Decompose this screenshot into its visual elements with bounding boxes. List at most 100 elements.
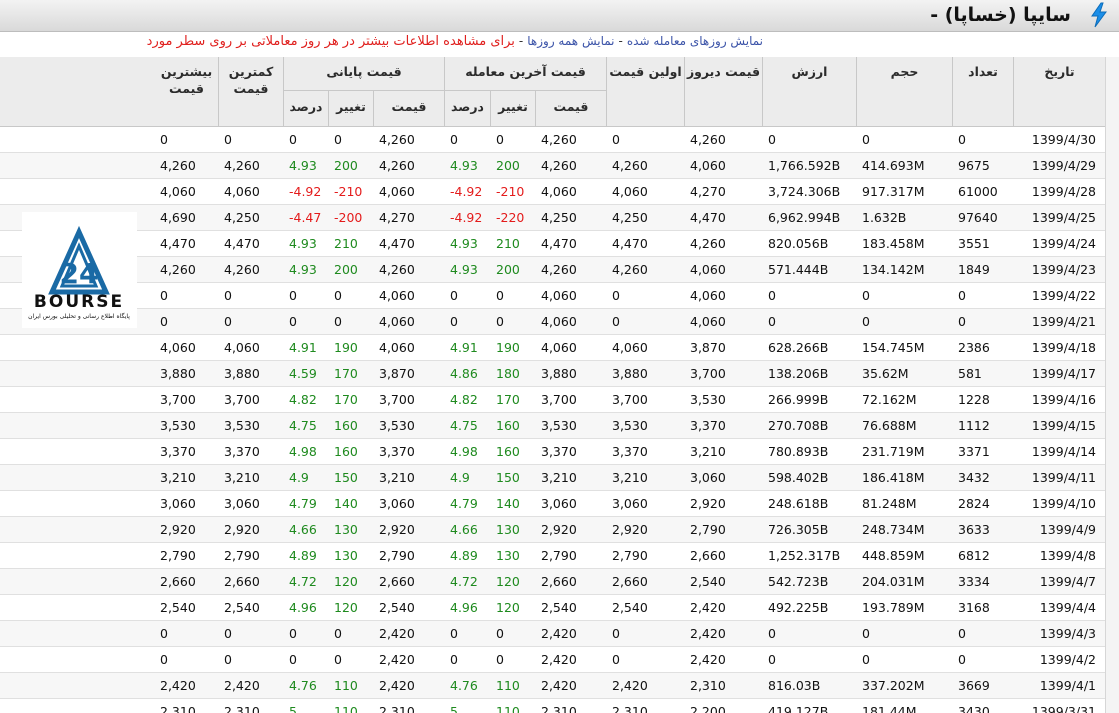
table-row[interactable]: 1399/4/7 3334 204.031M 542.723B 2,540 2,660 2,… xyxy=(0,569,1106,595)
traded-days-link[interactable]: نمایش روزهای معامله شده xyxy=(627,34,763,48)
table-row[interactable]: 1399/4/8 6812 448.859M 1,252.317B 2,660 2,790… xyxy=(0,543,1106,569)
cell-highest-price: 3,700 xyxy=(160,392,196,407)
table-row[interactable]: 1399/4/29 9675 414.693M 1,766.592B 4,060 4,26… xyxy=(0,153,1106,179)
cell-lowest-price: 0 xyxy=(224,626,232,641)
cell-value: 1,252.317B xyxy=(768,548,841,563)
cell-last-change: 150 xyxy=(496,470,520,485)
table-row[interactable]: 1399/4/10 2824 81.248M 248.618B 2,920 3,060 3,… xyxy=(0,491,1106,517)
cell-last-percent: 4.76 xyxy=(450,678,478,693)
cell-final-percent: 4.96 xyxy=(289,600,317,615)
header-final-percent[interactable]: درصد xyxy=(284,91,329,127)
lightning-icon[interactable] xyxy=(1089,2,1109,28)
table-row[interactable]: 1399/4/1 3669 337.202M 816.03B 2,310 2,420 2,4… xyxy=(0,673,1106,699)
cell-yesterday-price: 4,060 xyxy=(690,288,726,303)
cell-final-change: 160 xyxy=(334,444,358,459)
cell-final-percent: 4.93 xyxy=(289,236,317,251)
cell-yesterday-price: 2,540 xyxy=(690,574,726,589)
table-row[interactable]: 1399/4/23 1849 134.142M 571.444B 4,060 4,260 4… xyxy=(0,257,1106,283)
header-value[interactable]: ارزش xyxy=(763,57,857,127)
cell-highest-price: 4,690 xyxy=(160,210,196,225)
cell-yesterday-price: 2,420 xyxy=(690,600,726,615)
cell-value: 571.444B xyxy=(768,262,829,277)
header-first-price[interactable]: اولین قیمت xyxy=(607,57,685,127)
cell-highest-price: 0 xyxy=(160,314,168,329)
cell-first-price: 4,250 xyxy=(612,210,648,225)
table-row[interactable]: 1399/4/15 1112 76.688M 270.708B 3,370 3,530 3,… xyxy=(0,413,1106,439)
header-lowest-price[interactable]: کمترین قیمت xyxy=(219,57,284,127)
cell-last-change: -210 xyxy=(496,184,525,199)
table-row[interactable]: 1399/4/11 3432 186.418M 598.402B 3,060 3,210 3… xyxy=(0,465,1106,491)
cell-last-price: 3,210 xyxy=(541,470,577,485)
header-last-change[interactable]: تغییر xyxy=(491,91,536,127)
cell-date: 1399/4/23 xyxy=(1031,262,1096,277)
all-days-link[interactable]: نمایش همه روزها xyxy=(527,34,614,48)
cell-final-percent: 4.79 xyxy=(289,496,317,511)
header-date[interactable]: تاریخ xyxy=(1014,57,1106,127)
cell-final-percent: 0 xyxy=(289,652,297,667)
cell-last-change: 160 xyxy=(496,444,520,459)
cell-volume: 231.719M xyxy=(862,444,925,459)
cell-highest-price: 0 xyxy=(160,288,168,303)
cell-last-price: 2,310 xyxy=(541,704,577,713)
header-highest-price[interactable]: بیشترین قیمت xyxy=(155,57,219,127)
cell-final-change: 110 xyxy=(334,678,358,693)
cell-lowest-price: 4,260 xyxy=(224,262,260,277)
cell-volume: 917.317M xyxy=(862,184,925,199)
cell-count: 3669 xyxy=(958,678,990,693)
header-final-price-value[interactable]: قیمت xyxy=(374,91,445,127)
header-count[interactable]: تعداد xyxy=(953,57,1014,127)
cell-last-price: 3,700 xyxy=(541,392,577,407)
cell-final-price: 4,060 xyxy=(379,340,415,355)
cell-count: 1112 xyxy=(958,418,990,433)
table-row[interactable]: 1399/4/25 97640 1.632B 6,962.994B 4,470 4,250… xyxy=(0,205,1106,231)
cell-final-price: 3,370 xyxy=(379,444,415,459)
table-row[interactable]: 1399/4/28 61000 917.317M 3,724.306B 4,270 4,0… xyxy=(0,179,1106,205)
header-blank xyxy=(0,57,155,127)
cell-last-price: 2,420 xyxy=(541,652,577,667)
table-row[interactable]: 1399/4/3 0 0 0 2,420 0 2,420 0 0 2,420 0 0 0 0 xyxy=(0,621,1106,647)
cell-volume: 0 xyxy=(862,132,870,147)
cell-first-price: 3,880 xyxy=(612,366,648,381)
cell-volume: 134.142M xyxy=(862,262,925,277)
cell-lowest-price: 3,880 xyxy=(224,366,260,381)
header-last-price[interactable]: قیمت xyxy=(536,91,607,127)
cell-final-price: 4,260 xyxy=(379,262,415,277)
cell-volume: 76.688M xyxy=(862,418,917,433)
cell-last-price: 4,470 xyxy=(541,236,577,251)
cell-last-price: 3,060 xyxy=(541,496,577,511)
table-row[interactable]: 1399/4/18 2386 154.745M 628.266B 3,870 4,060 4… xyxy=(0,335,1106,361)
table-row[interactable]: 1399/4/22 0 0 0 4,060 0 4,060 0 0 4,060 0 0 0 0 xyxy=(0,283,1106,309)
table-row[interactable]: 1399/4/16 1228 72.162M 266.999B 3,530 3,700 3,… xyxy=(0,387,1106,413)
cell-lowest-price: 4,060 xyxy=(224,340,260,355)
table-row[interactable]: 1399/4/21 0 0 0 4,060 0 4,060 0 0 4,060 0 0 0 0 xyxy=(0,309,1106,335)
table-row[interactable]: 1399/4/4 3168 193.789M 492.225B 2,420 2,540 2,… xyxy=(0,595,1106,621)
table-row[interactable]: 1399/4/9 3633 248.734M 726.305B 2,790 2,920 2,… xyxy=(0,517,1106,543)
cell-last-change: 130 xyxy=(496,522,520,537)
cell-final-price: 2,310 xyxy=(379,704,415,713)
table-row[interactable]: 1399/4/24 3551 183.458M 820.056B 4,260 4,470 4… xyxy=(0,231,1106,257)
logo-number: 24 xyxy=(60,257,99,290)
table-row[interactable]: 1399/4/30 0 0 0 4,260 0 4,260 0 0 4,260 0 0 0 0 xyxy=(0,127,1106,153)
cell-final-price: 4,260 xyxy=(379,132,415,147)
cell-last-percent: 0 xyxy=(450,314,458,329)
cell-volume: 193.789M xyxy=(862,600,925,615)
cell-last-price: 3,880 xyxy=(541,366,577,381)
cell-value: 816.03B xyxy=(768,678,821,693)
header-volume[interactable]: حجم xyxy=(857,57,953,127)
table-row[interactable]: 1399/4/17 581 35.62M 138.206B 3,700 3,880 3,88… xyxy=(0,361,1106,387)
cell-count: 0 xyxy=(958,288,966,303)
header-last-percent[interactable]: درصد xyxy=(445,91,491,127)
header-final-change[interactable]: تغییر xyxy=(329,91,374,127)
cell-last-change: 200 xyxy=(496,158,520,173)
scrollbar[interactable] xyxy=(1105,57,1119,713)
cell-final-price: 3,060 xyxy=(379,496,415,511)
table-row[interactable]: 1399/4/2 0 0 0 2,420 0 2,420 0 0 2,420 0 0 0 0 xyxy=(0,647,1106,673)
cell-volume: 35.62M xyxy=(862,366,909,381)
table-row[interactable]: 1399/4/14 3371 231.719M 780.893B 3,210 3,370 3… xyxy=(0,439,1106,465)
header-final-price: قیمت پایانی xyxy=(284,57,445,91)
cell-count: 2824 xyxy=(958,496,990,511)
table-row[interactable]: 1399/3/31 3430 181.44M 419.127B 2,200 2,310 2,… xyxy=(0,699,1106,713)
cell-volume: 248.734M xyxy=(862,522,925,537)
header-yesterday-price[interactable]: قیمت دیروز xyxy=(685,57,763,127)
cell-last-change: 0 xyxy=(496,314,504,329)
